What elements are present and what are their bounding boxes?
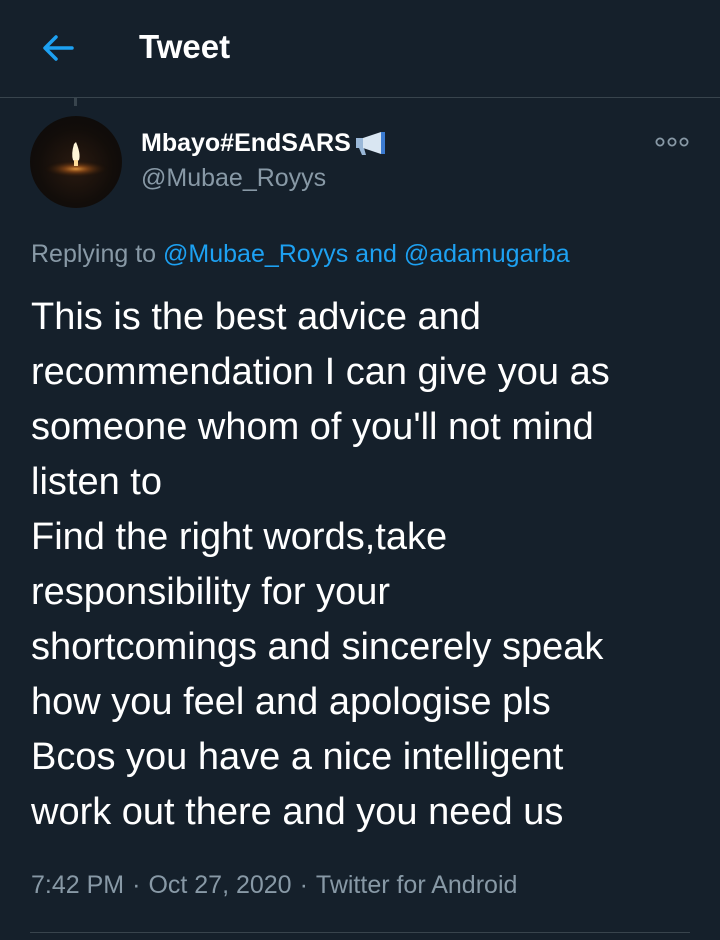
tweet-source-link[interactable]: Twitter for Android xyxy=(316,871,517,899)
thread-connector-line xyxy=(74,98,77,106)
back-button[interactable] xyxy=(34,28,82,68)
avatar[interactable] xyxy=(30,116,122,208)
tweet-text-line: how you feel and apologise pls xyxy=(31,681,551,723)
meta-separator: · xyxy=(299,871,308,899)
display-name-text: Mbayo#EndSARS xyxy=(141,129,351,157)
mention-conjunction: and xyxy=(355,240,397,268)
metadata-divider xyxy=(30,932,690,933)
megaphone-icon xyxy=(355,132,385,155)
tweet-text-line: Bcos you have a nice intelligent xyxy=(31,736,564,778)
arrow-left-icon xyxy=(43,35,74,61)
author-username[interactable]: @Mubae_Royys xyxy=(141,163,326,193)
more-options-icon xyxy=(655,137,689,147)
tweet-text-line: recommendation I can give you as xyxy=(31,351,610,393)
replying-to-label: Replying to xyxy=(31,240,157,268)
tweet-date: Oct 27, 2020 xyxy=(148,871,292,899)
mention-link-2[interactable]: @adamugarba xyxy=(404,240,570,268)
header-divider xyxy=(0,97,720,98)
top-app-bar: Tweet xyxy=(0,0,720,98)
tweet-text-line: This is the best advice and xyxy=(31,296,481,338)
tweet-time: 7:42 PM xyxy=(31,871,125,899)
author-display-name[interactable]: Mbayo#EndSARS xyxy=(141,128,391,158)
mention-link-1[interactable]: @Mubae_Royys xyxy=(163,240,348,268)
more-options-button[interactable] xyxy=(652,130,692,154)
tweet-text: This is the best advice and recommendati… xyxy=(31,290,701,840)
candle-avatar xyxy=(42,142,110,177)
tweet-text-line: responsibility for your xyxy=(31,571,391,613)
meta-separator: · xyxy=(132,871,141,899)
tweet-text-line: Find the right words,take xyxy=(31,516,448,558)
tweet-text-line: listen to xyxy=(31,461,162,503)
tweet-text-line: shortcomings and sincerely speak xyxy=(31,626,604,668)
tweet-text-line: work out there and you need us xyxy=(31,791,564,833)
tweet-text-line: someone whom of you'll not mind xyxy=(31,406,594,448)
page-title: Tweet xyxy=(139,28,231,65)
replying-to: Replying to @Mubae_Royys and @adamugarba xyxy=(31,238,570,270)
tweet-metadata: 7:42 PM · Oct 27, 2020 · Twitter for Android xyxy=(31,868,517,902)
